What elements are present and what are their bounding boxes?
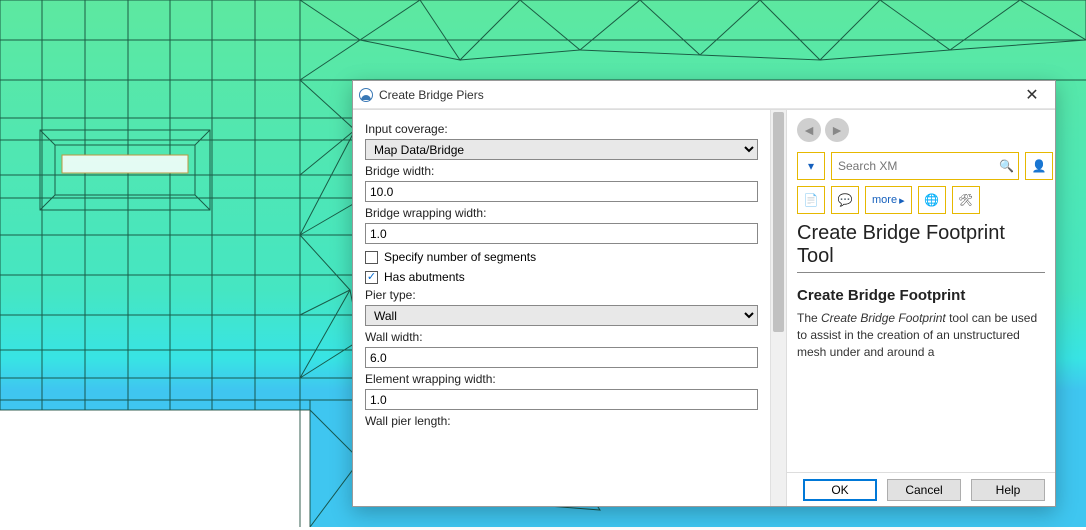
help-article-body: The Create Bridge Footprint tool can be … bbox=[797, 310, 1045, 360]
pier-type-label: Pier type: bbox=[365, 288, 758, 302]
wall-width-label: Wall width: bbox=[365, 330, 758, 344]
element-wrapping-width-input[interactable] bbox=[365, 389, 758, 410]
help-talk-button[interactable]: 💬 bbox=[831, 186, 859, 214]
help-search-input[interactable] bbox=[836, 158, 995, 174]
has-abutments-label: Has abutments bbox=[384, 270, 465, 284]
titlebar[interactable]: Create Bridge Piers ✕ bbox=[353, 81, 1055, 109]
create-bridge-piers-dialog: Create Bridge Piers ✕ Input coverage: Ma… bbox=[352, 80, 1056, 507]
help-article-heading: Create Bridge Footprint bbox=[797, 287, 1045, 304]
bridge-width-input[interactable] bbox=[365, 181, 758, 202]
help-forward-button[interactable]: ► bbox=[825, 118, 849, 142]
help-more-label: more bbox=[872, 194, 897, 206]
page-icon: 📄 bbox=[804, 193, 819, 207]
pier-type-select[interactable]: Wall bbox=[365, 305, 758, 326]
help-button[interactable]: Help bbox=[971, 479, 1045, 501]
help-article-title: Create Bridge Footprint Tool bbox=[797, 222, 1045, 273]
element-wrapping-width-label: Element wrapping width: bbox=[365, 372, 758, 386]
form-pane: Input coverage: Map Data/Bridge Bridge w… bbox=[353, 110, 787, 506]
chevron-down-icon: ▾ bbox=[808, 159, 814, 173]
input-coverage-select[interactable]: Map Data/Bridge bbox=[365, 139, 758, 160]
help-more-button[interactable]: more ▸ bbox=[865, 186, 912, 214]
close-button[interactable]: ✕ bbox=[1015, 84, 1049, 106]
help-menu-button[interactable]: ▾ bbox=[797, 152, 825, 180]
cancel-button[interactable]: Cancel bbox=[887, 479, 961, 501]
talk-icon: 💬 bbox=[838, 193, 853, 207]
bridge-wrapping-width-input[interactable] bbox=[365, 223, 758, 244]
help-page-button[interactable]: 📄 bbox=[797, 186, 825, 214]
bridge-width-label: Bridge width: bbox=[365, 164, 758, 178]
help-search[interactable]: 🔍 bbox=[831, 152, 1019, 180]
specify-segments-label: Specify number of segments bbox=[384, 250, 536, 264]
chevron-right-icon: ▸ bbox=[899, 194, 905, 207]
specify-segments-checkbox[interactable]: Specify number of segments bbox=[365, 250, 758, 264]
dialog-title: Create Bridge Piers bbox=[379, 88, 484, 102]
input-coverage-label: Input coverage: bbox=[365, 122, 758, 136]
scrollbar-thumb[interactable] bbox=[773, 112, 784, 332]
form-scroll-area: Input coverage: Map Data/Bridge Bridge w… bbox=[353, 110, 770, 506]
user-icon: 👤 bbox=[1031, 159, 1046, 173]
help-tools-button[interactable]: 🛠 bbox=[952, 186, 980, 214]
has-abutments-checkbox[interactable]: ✓ Has abutments bbox=[365, 270, 758, 284]
wall-pier-length-label: Wall pier length: bbox=[365, 414, 758, 428]
dialog-button-row: OK Cancel Help bbox=[787, 472, 1055, 506]
tools-icon: 🛠 bbox=[958, 193, 973, 207]
checkbox-icon bbox=[365, 251, 378, 264]
help-user-button[interactable]: 👤 bbox=[1025, 152, 1053, 180]
close-icon: ✕ bbox=[1025, 85, 1038, 105]
globe-icon: 🌐 bbox=[924, 193, 939, 207]
app-icon bbox=[359, 88, 373, 102]
search-icon[interactable]: 🔍 bbox=[999, 159, 1014, 173]
checkbox-checked-icon: ✓ bbox=[365, 271, 378, 284]
wall-width-input[interactable] bbox=[365, 347, 758, 368]
ok-button[interactable]: OK bbox=[803, 479, 877, 501]
arrow-right-icon: ► bbox=[830, 122, 844, 138]
help-globe-button[interactable]: 🌐 bbox=[918, 186, 946, 214]
bridge-wrapping-width-label: Bridge wrapping width: bbox=[365, 206, 758, 220]
help-back-button[interactable]: ◄ bbox=[797, 118, 821, 142]
help-pane: ◄ ► ▾ 🔍 👤 ▴ 📄 💬 more bbox=[787, 110, 1055, 506]
form-scrollbar[interactable] bbox=[770, 110, 786, 506]
arrow-left-icon: ◄ bbox=[802, 122, 816, 138]
